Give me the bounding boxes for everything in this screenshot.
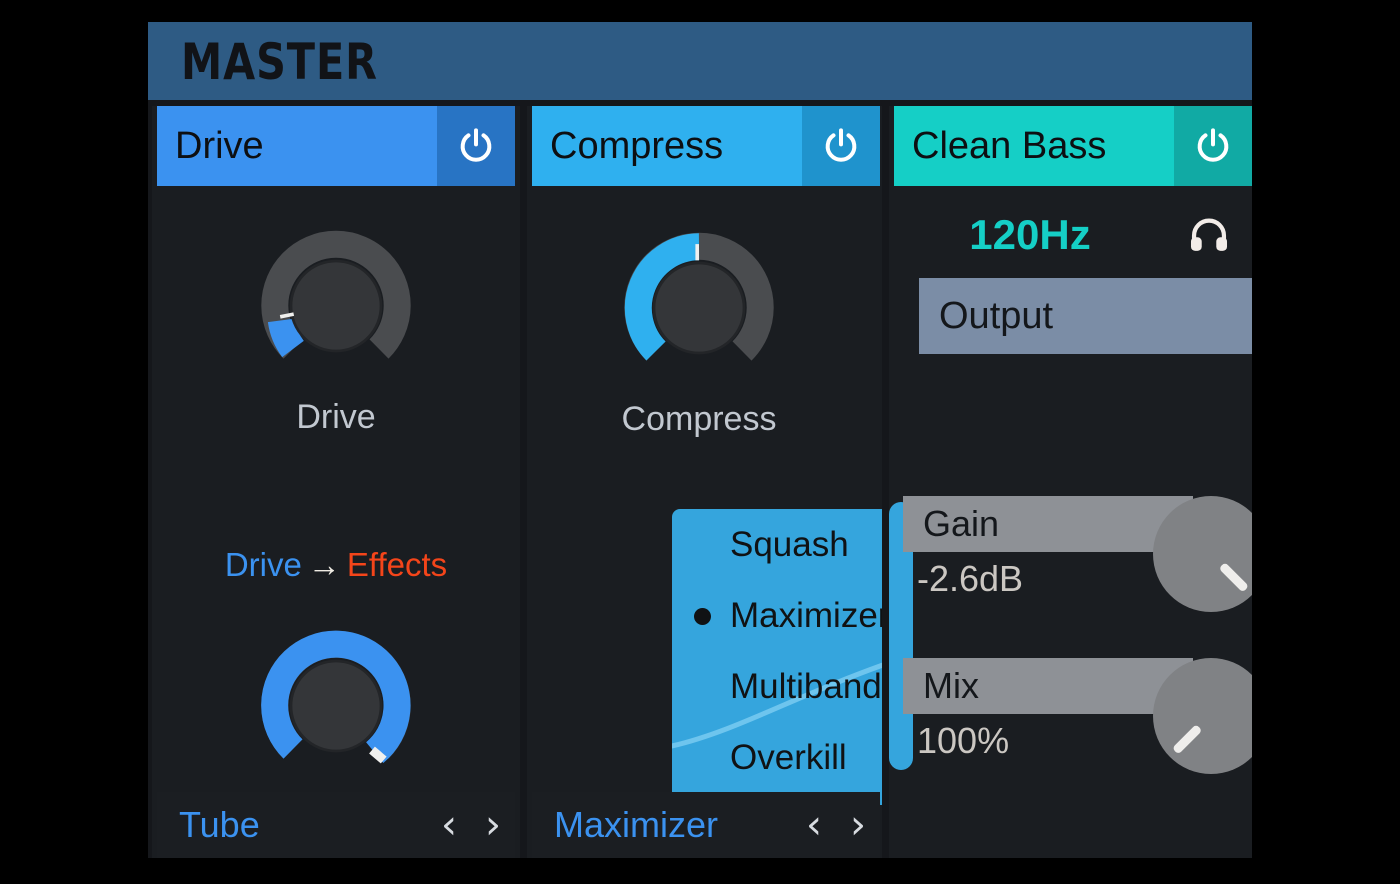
master-header-bar: MASTER xyxy=(148,22,1252,100)
dropdown-option-label: Maximizer xyxy=(730,595,882,635)
module-drive: Drive Drive Drive → Effects Tube ‹ › xyxy=(152,106,520,858)
compressor-type-selector: Maximizer ‹ › xyxy=(532,792,880,858)
output-section-label: Output xyxy=(939,294,1054,337)
module-compress-title[interactable]: Compress xyxy=(532,106,802,186)
dropdown-option-multiband[interactable]: Multiband xyxy=(672,651,882,722)
knob-compress-dial[interactable] xyxy=(599,218,799,398)
module-clean-bass-power-button[interactable] xyxy=(1174,106,1252,186)
module-compress-power-button[interactable] xyxy=(802,106,880,186)
module-drive-header: Drive xyxy=(157,106,515,186)
dropdown-option-maximizer[interactable]: Maximizer xyxy=(672,580,882,651)
param-gain-pill[interactable]: Gain xyxy=(903,496,1193,552)
drive-type-value[interactable]: Tube xyxy=(157,804,260,846)
param-row-mix: Mix 100% xyxy=(903,658,1193,762)
param-mix-pill[interactable]: Mix xyxy=(903,658,1193,714)
chevron-left-icon[interactable]: ‹ xyxy=(427,805,471,845)
dropdown-option-label: Squash xyxy=(730,524,849,564)
screenshot-root: MASTER Drive Drive Drive → Effects Tube … xyxy=(0,0,1400,884)
knob-compress[interactable]: Compress xyxy=(599,218,799,448)
dropdown-option-label: Multiband xyxy=(730,666,882,706)
dropdown-option-squash[interactable]: Squash xyxy=(672,509,882,580)
module-drive-power-button[interactable] xyxy=(437,106,515,186)
selected-dot-icon xyxy=(694,607,711,625)
power-icon xyxy=(825,128,857,162)
crossover-frequency-value[interactable]: 120Hz xyxy=(894,211,1166,259)
param-gain-label: Gain xyxy=(923,503,1000,544)
arrow-right-icon: → xyxy=(307,546,341,583)
power-icon xyxy=(460,128,492,162)
selected-dot-icon xyxy=(694,537,711,554)
routing-label: Drive → Effects xyxy=(152,546,520,584)
drive-type-selector: Tube ‹ › xyxy=(157,792,515,858)
module-compress: Compress Compress Squash Maximizer Multi… xyxy=(527,106,882,858)
output-section-header: Output xyxy=(919,278,1252,354)
param-mix-label: Mix xyxy=(923,665,979,706)
routing-source: Drive xyxy=(224,546,302,583)
knob-drive-dial[interactable] xyxy=(236,216,436,396)
chevron-left-icon[interactable]: ‹ xyxy=(792,805,836,845)
param-row-gain: Gain -2.6dB xyxy=(903,496,1193,600)
module-drive-title[interactable]: Drive xyxy=(157,106,437,186)
module-clean-bass-header: Clean Bass xyxy=(894,106,1252,186)
power-icon xyxy=(1197,128,1229,162)
plugin-window: MASTER Drive Drive Drive → Effects Tube … xyxy=(148,22,1252,858)
dropdown-option-label: Overkill xyxy=(730,737,847,777)
param-mix-value: 100% xyxy=(917,720,1010,761)
knob-mix-pointer xyxy=(1171,724,1203,755)
selected-dot-icon xyxy=(694,750,711,767)
knob-drive-label: Drive xyxy=(296,398,376,436)
module-clean-bass: Clean Bass 120Hz Output Gain -2.6dB Mix … xyxy=(889,106,1252,858)
page-title: MASTER xyxy=(181,33,378,91)
knob-gain-pointer xyxy=(1218,562,1250,593)
monitor-button[interactable] xyxy=(1166,212,1252,258)
knob-tone-dial[interactable] xyxy=(236,616,436,796)
chevron-right-icon[interactable]: › xyxy=(471,805,515,845)
param-gain-value: -2.6dB xyxy=(917,558,1024,599)
crossover-frequency-row: 120Hz xyxy=(894,192,1252,278)
module-clean-bass-title[interactable]: Clean Bass xyxy=(894,106,1174,186)
chevron-right-icon[interactable]: › xyxy=(836,805,880,845)
headphones-icon xyxy=(1190,218,1228,251)
dropdown-option-overkill[interactable]: Overkill xyxy=(672,722,882,793)
selected-dot-icon xyxy=(694,679,711,696)
compressor-algorithm-dropdown[interactable]: Squash Maximizer Multiband Overkill xyxy=(672,509,882,805)
routing-destination: Effects xyxy=(346,546,448,583)
compressor-type-value[interactable]: Maximizer xyxy=(532,804,718,846)
knob-compress-label: Compress xyxy=(621,400,777,438)
knob-drive[interactable]: Drive xyxy=(236,216,436,446)
module-compress-header: Compress xyxy=(532,106,880,186)
